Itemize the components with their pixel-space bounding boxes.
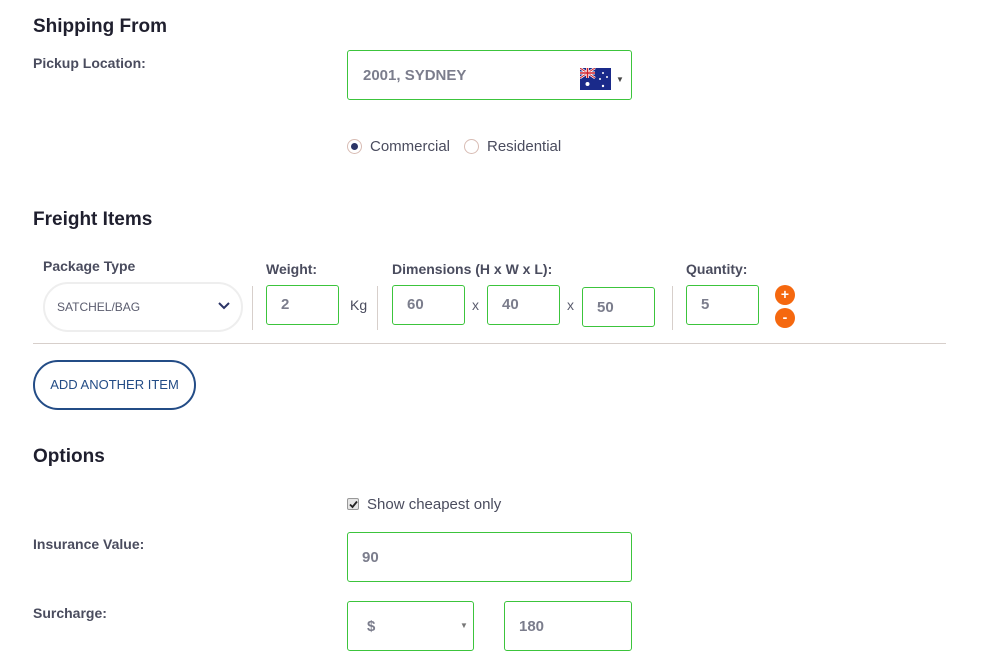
- package-type-label: Package Type: [43, 258, 136, 274]
- pickup-location-field[interactable]: 2001, SYDNEY ▼: [347, 50, 632, 100]
- insurance-value-input[interactable]: 90: [347, 532, 632, 582]
- radio-residential-label[interactable]: Residential: [487, 138, 561, 155]
- caret-down-icon: ▼: [460, 621, 468, 630]
- add-another-item-button[interactable]: ADD ANOTHER ITEM: [33, 360, 196, 410]
- surcharge-value-input[interactable]: 180: [504, 601, 632, 651]
- divider: [252, 286, 253, 330]
- dimension-separator: x: [472, 297, 479, 313]
- weight-input[interactable]: 2: [266, 285, 339, 325]
- insurance-value-label: Insurance Value:: [33, 536, 145, 552]
- height-input[interactable]: 60: [392, 285, 465, 325]
- quantity-increment-button[interactable]: +: [775, 285, 795, 305]
- height-value: 60: [407, 296, 424, 313]
- radio-residential-control[interactable]: [464, 139, 479, 154]
- options-heading: Options: [33, 446, 105, 467]
- length-input[interactable]: 50: [582, 287, 655, 327]
- width-input[interactable]: 40: [487, 285, 560, 325]
- width-value: 40: [502, 296, 519, 313]
- show-cheapest-label[interactable]: Show cheapest only: [367, 496, 501, 513]
- surcharge-label: Surcharge:: [33, 605, 107, 621]
- weight-label: Weight:: [266, 261, 318, 277]
- show-cheapest-checkbox[interactable]: [347, 498, 359, 510]
- quantity-input[interactable]: 5: [686, 285, 759, 325]
- check-icon: [349, 500, 358, 509]
- freight-divider: [33, 343, 946, 344]
- quantity-label: Quantity:: [686, 261, 748, 277]
- dimension-separator: x: [567, 297, 574, 313]
- divider: [672, 286, 673, 330]
- shipping-from-heading: Shipping From: [33, 16, 168, 37]
- surcharge-type-value: $: [367, 618, 376, 635]
- package-type-select[interactable]: SATCHEL/BAG: [43, 282, 243, 332]
- radio-commercial-label[interactable]: Commercial: [370, 138, 450, 155]
- caret-down-icon[interactable]: ▼: [616, 75, 624, 84]
- radio-commercial-control[interactable]: [347, 139, 362, 154]
- freight-items-heading: Freight Items: [33, 209, 153, 230]
- pickup-location-value: 2001, SYDNEY: [363, 67, 467, 84]
- plus-icon: +: [780, 286, 790, 302]
- chevron-down-icon: [217, 298, 231, 317]
- flag-australia-icon[interactable]: [579, 66, 611, 90]
- length-value: 50: [597, 299, 614, 316]
- pickup-location-label: Pickup Location:: [33, 55, 146, 71]
- minus-icon: -: [782, 309, 788, 325]
- weight-unit: Kg: [350, 297, 368, 313]
- package-type-value: SATCHEL/BAG: [57, 300, 141, 314]
- quantity-value: 5: [701, 296, 710, 313]
- quantity-decrement-button[interactable]: -: [775, 308, 795, 328]
- radio-residential[interactable]: [464, 139, 479, 154]
- insurance-value: 90: [362, 549, 379, 566]
- divider: [377, 286, 378, 330]
- radio-commercial[interactable]: [347, 139, 362, 154]
- surcharge-value: 180: [519, 618, 545, 635]
- surcharge-type-select[interactable]: $ ▼: [347, 601, 474, 651]
- weight-value: 2: [281, 296, 290, 313]
- dimensions-label: Dimensions (H x W x L):: [392, 261, 553, 277]
